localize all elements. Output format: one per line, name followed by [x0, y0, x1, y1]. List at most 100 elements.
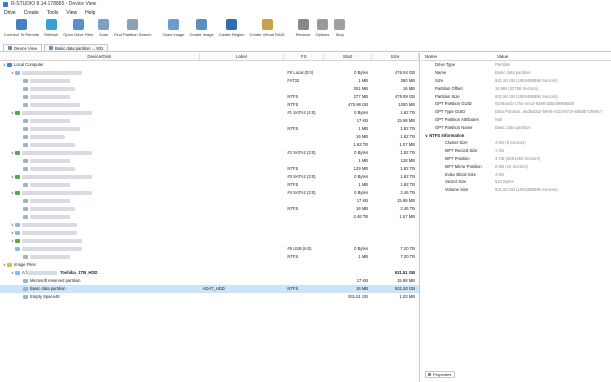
- start-cell: 16 MB: [356, 206, 369, 211]
- table-row[interactable]: 17 KB 15.98 MB: [0, 197, 419, 205]
- property-row[interactable]: GPT Partition Name Basic data partition: [421, 123, 611, 131]
- table-row[interactable]: ∨: [0, 229, 419, 237]
- property-name: MFT Mirror Position: [421, 164, 493, 169]
- table-row[interactable]: 1 MB 128 MB: [0, 157, 419, 165]
- property-row[interactable]: GPT Partition Attributes Null: [421, 116, 611, 124]
- label-cell: [200, 261, 285, 269]
- column-header-start[interactable]: Start: [324, 53, 373, 60]
- fs-cell: NTFS: [287, 206, 299, 211]
- table-row[interactable]: ∨ #4 SATA2 (3:0) 0 Bytes 2.46 TB: [0, 189, 419, 197]
- properties-name-header[interactable]: Name: [421, 53, 493, 60]
- property-group[interactable]: ∨ NTFS Information: [421, 131, 611, 139]
- table-row[interactable]: ∨ F0 Local (0:0) 0 Bytes 476.94 GB: [0, 69, 419, 77]
- fs-cell: #2 SATA2 (3:0): [287, 150, 316, 155]
- table-row[interactable]: ∨ Image Files: [0, 261, 419, 269]
- open-image-button[interactable]: Open Image: [162, 19, 184, 37]
- fs-cell: NTFS: [287, 102, 299, 107]
- fs-cell: #3 SATA2 (3:0): [287, 174, 316, 179]
- label-cell: [200, 189, 285, 197]
- table-row[interactable]: 16 MB 1.82 TB: [0, 133, 419, 141]
- device-cell: [0, 165, 200, 173]
- connect-icon: [16, 19, 28, 30]
- start-cell: 931.51 GB: [348, 294, 369, 299]
- property-row[interactable]: Index Block Size 4 KB: [421, 170, 611, 178]
- create-image-button[interactable]: Create Image: [189, 19, 214, 37]
- column-header-device[interactable]: Device/Disk: [0, 53, 200, 60]
- property-row[interactable]: MFT Position 3 GB (6291456 Sectors): [421, 155, 611, 163]
- refresh-button[interactable]: Refresh: [44, 19, 58, 37]
- property-row[interactable]: Size 931.50 GB (1953488896 Sectors): [421, 77, 611, 85]
- table-row[interactable]: ∨: [0, 237, 419, 245]
- property-row[interactable]: GPT Partition GUID 9106a4cb-c75c-4e1d-939…: [421, 100, 611, 108]
- start-cell: [324, 269, 372, 277]
- table-row[interactable]: FAT32 1 MB 260 MB: [0, 77, 419, 85]
- table-row[interactable]: ∨ #2 SATA2 (3:0) 0 Bytes 1.82 TB: [0, 149, 419, 157]
- find-partition-button[interactable]: Find Partition Search: [114, 19, 151, 37]
- table-row[interactable]: NTFS 1 MB 1.82 TB: [0, 125, 419, 133]
- menu-create[interactable]: Create: [24, 10, 39, 16]
- scan-button[interactable]: Scan: [98, 19, 110, 37]
- label-cell: [200, 181, 285, 189]
- disk-icon: [15, 230, 20, 235]
- remove-button[interactable]: Remove: [296, 19, 310, 37]
- tab-partition[interactable]: Basic data partition ... 931: [43, 44, 109, 51]
- property-row[interactable]: Name Basic data partition: [421, 69, 611, 77]
- property-row[interactable]: Partition Offset 16 MB (32768 Sectors): [421, 84, 611, 92]
- table-row[interactable]: #5 USB (6:0) 0 Bytes 7.20 TB: [0, 245, 419, 253]
- property-row[interactable]: Cluster Size 4 KB (8 Sectors): [421, 139, 611, 147]
- table-row[interactable]: Empty Space46 931.51 GB 1.03 MB: [0, 293, 419, 301]
- drive-icon: [15, 174, 20, 179]
- table-row[interactable]: NTFS 129 MB 1.82 TB: [0, 165, 419, 173]
- column-header-fs[interactable]: FS: [284, 53, 325, 60]
- properties-tab[interactable]: Properties: [425, 371, 455, 378]
- tab-device-view[interactable]: Device View: [3, 44, 42, 51]
- partition-icon: [23, 278, 28, 283]
- menu-drive[interactable]: Drive: [4, 10, 16, 16]
- table-row[interactable]: 261 MB 16 MB: [0, 85, 419, 93]
- table-row[interactable]: ∨ Local Computer: [0, 61, 419, 69]
- partition-icon: [23, 94, 28, 99]
- properties-value-header[interactable]: Value: [493, 53, 611, 60]
- table-row[interactable]: NTFS 16 MB 2.46 TB: [0, 205, 419, 213]
- virtual-raid-button[interactable]: Create Virtual RAID: [250, 19, 285, 37]
- label-cell: [200, 213, 285, 221]
- options-button[interactable]: Options: [315, 19, 329, 37]
- stop-button[interactable]: Stop: [334, 19, 346, 37]
- table-row[interactable]: Microsoft reserved partition 17 KB 15.98 M…: [0, 277, 419, 285]
- property-row[interactable]: Sector Size 512 Bytes: [421, 178, 611, 186]
- redacted-text: [22, 246, 82, 251]
- size-cell: 1.82 TB: [400, 134, 415, 139]
- property-name-text: Partition Offset: [435, 85, 463, 91]
- table-row[interactable]: 1.82 TB 1.07 MB: [0, 141, 419, 149]
- property-row[interactable]: MFT Mirror Position 8 KB (16 Sectors): [421, 162, 611, 170]
- table-row[interactable]: NTFS 277 MB 475.89 GB: [0, 93, 419, 101]
- table-row[interactable]: NTFS 475.98 GB 1000 MB: [0, 101, 419, 109]
- open-files-button[interactable]: Open Drive Files: [63, 19, 93, 37]
- table-row[interactable]: NTFS 1 MB 1.82 TB: [0, 181, 419, 189]
- toolbar: Connect To Remote Refresh Open Drive Files…: [0, 19, 611, 44]
- property-row[interactable]: GPT Type GUID Data Partition, ebd0a0a2-b9…: [421, 108, 611, 116]
- column-header-label[interactable]: Label: [200, 53, 285, 60]
- menu-help[interactable]: Help: [85, 10, 95, 16]
- table-row[interactable]: ∨: [0, 221, 419, 229]
- table-row[interactable]: 2.46 TB 1.57 MB: [0, 213, 419, 221]
- start-cell: 1 MB: [358, 182, 369, 187]
- property-row[interactable]: Partition Size 931.50 GB (1953488896 Sect…: [421, 92, 611, 100]
- table-row[interactable]: ∨ #1 SATA2 (4:0) 0 Bytes 1.82 TB: [0, 109, 419, 117]
- property-row[interactable]: Volume Size 931.50 GB (1953488895 Sectors…: [421, 186, 611, 194]
- property-name: GPT Partition Attributes: [421, 117, 493, 122]
- table-row[interactable]: NTFS 1 MB 7.20 TB: [0, 253, 419, 261]
- menu-tools[interactable]: Tools: [47, 10, 59, 16]
- column-header-size[interactable]: Size: [372, 53, 419, 60]
- table-row[interactable]: ∨ #3 SATA2 (3:0) 0 Bytes 1.82 TB: [0, 173, 419, 181]
- property-row[interactable]: MFT Record Size 1 KB: [421, 147, 611, 155]
- create-region-button[interactable]: Create Region: [219, 19, 245, 37]
- connect-button[interactable]: Connect To Remote: [4, 19, 39, 37]
- menu-view[interactable]: View: [66, 10, 77, 16]
- table-row[interactable]: ∨ A:\ Toshiba_1TB_HDD 931.51 GB: [0, 269, 419, 277]
- redacted-text: [30, 206, 75, 211]
- property-name: Size: [421, 78, 493, 83]
- table-row[interactable]: 17 KB 15.98 MB: [0, 117, 419, 125]
- property-row[interactable]: Drive Type Partition: [421, 61, 611, 69]
- table-row[interactable]: Basic data partition ADAT_HDD NTFS 16 MB 931…: [0, 285, 419, 293]
